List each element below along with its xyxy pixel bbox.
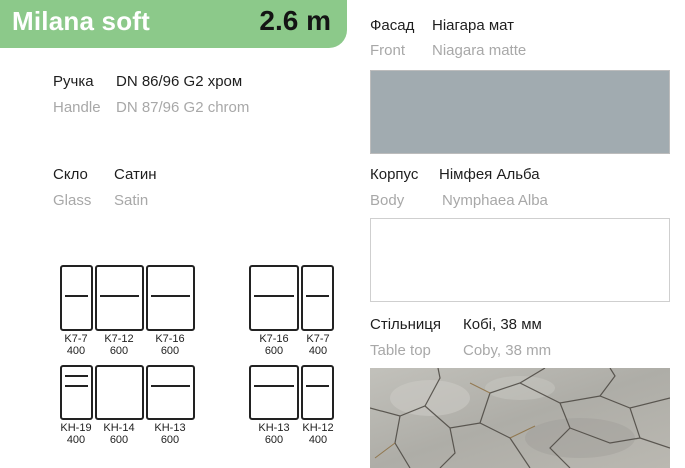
front-value-ua: Ніагара мат bbox=[432, 17, 515, 34]
tabletop-label-en: Table top bbox=[370, 342, 431, 359]
front-label-ua: Фасад bbox=[370, 17, 415, 34]
module-label: K7-16 600 bbox=[259, 333, 289, 357]
body-value-ua: Німфея Альба bbox=[439, 166, 540, 183]
module-label: K7-7 400 bbox=[64, 333, 88, 357]
module-label: KH-12 400 bbox=[302, 422, 334, 446]
body-label-ua: Корпус bbox=[370, 166, 419, 183]
glass-value-ua: Сатин bbox=[114, 166, 157, 183]
cabinet-kh-19 bbox=[60, 365, 93, 420]
module-label: KH-14 600 bbox=[103, 422, 135, 446]
glass-value-en: Satin bbox=[114, 192, 149, 209]
module-label: KH-19 400 bbox=[60, 422, 92, 446]
product-name: Milana soft bbox=[12, 6, 150, 36]
header-banner: Milana soft 2.6 m bbox=[0, 0, 347, 48]
tabletop-value-ua: Кобі, 38 мм bbox=[463, 316, 542, 333]
body-value-en: Nymphaea Alba bbox=[442, 192, 548, 209]
cabinet-k7-16-left bbox=[146, 265, 195, 331]
front-value-en: Niagara matte bbox=[432, 42, 527, 59]
tabletop-value-en: Coby, 38 mm bbox=[463, 342, 552, 359]
cabinet-k7-12 bbox=[95, 265, 144, 331]
module-label: K7-16 600 bbox=[155, 333, 185, 357]
front-color-swatch bbox=[370, 70, 670, 154]
body-label-en: Body bbox=[370, 192, 405, 209]
front-label-en: Front bbox=[370, 42, 406, 59]
body-color-swatch bbox=[370, 218, 670, 302]
module-label: KH-13 600 bbox=[154, 422, 186, 446]
module-label: K7-7 400 bbox=[306, 333, 330, 357]
handle-value-ua: DN 86/96 G2 хром bbox=[116, 73, 243, 90]
stone-texture-image bbox=[370, 368, 670, 468]
cabinet-kh-13-left bbox=[146, 365, 195, 420]
handle-label-en: Handle bbox=[53, 99, 101, 116]
module-label: K7-12 600 bbox=[104, 333, 134, 357]
cabinet-kh-13-right bbox=[249, 365, 299, 420]
cabinet-k7-7-left bbox=[60, 265, 93, 331]
handle-value-en: DN 87/96 G2 chrom bbox=[116, 99, 250, 116]
product-size: 2.6 m bbox=[259, 5, 331, 36]
module-label: KH-13 600 bbox=[258, 422, 290, 446]
tabletop-label-ua: Стільниця bbox=[370, 316, 441, 333]
cabinet-k7-7-right bbox=[301, 265, 334, 331]
glass-label-ua: Скло bbox=[53, 166, 88, 183]
tabletop-stone-texture bbox=[370, 368, 670, 468]
cabinet-kh-12 bbox=[301, 365, 334, 420]
glass-label-en: Glass bbox=[53, 192, 92, 209]
handle-label-ua: Ручка bbox=[53, 73, 94, 90]
cabinet-kh-14 bbox=[95, 365, 144, 420]
cabinet-k7-16-right bbox=[249, 265, 299, 331]
